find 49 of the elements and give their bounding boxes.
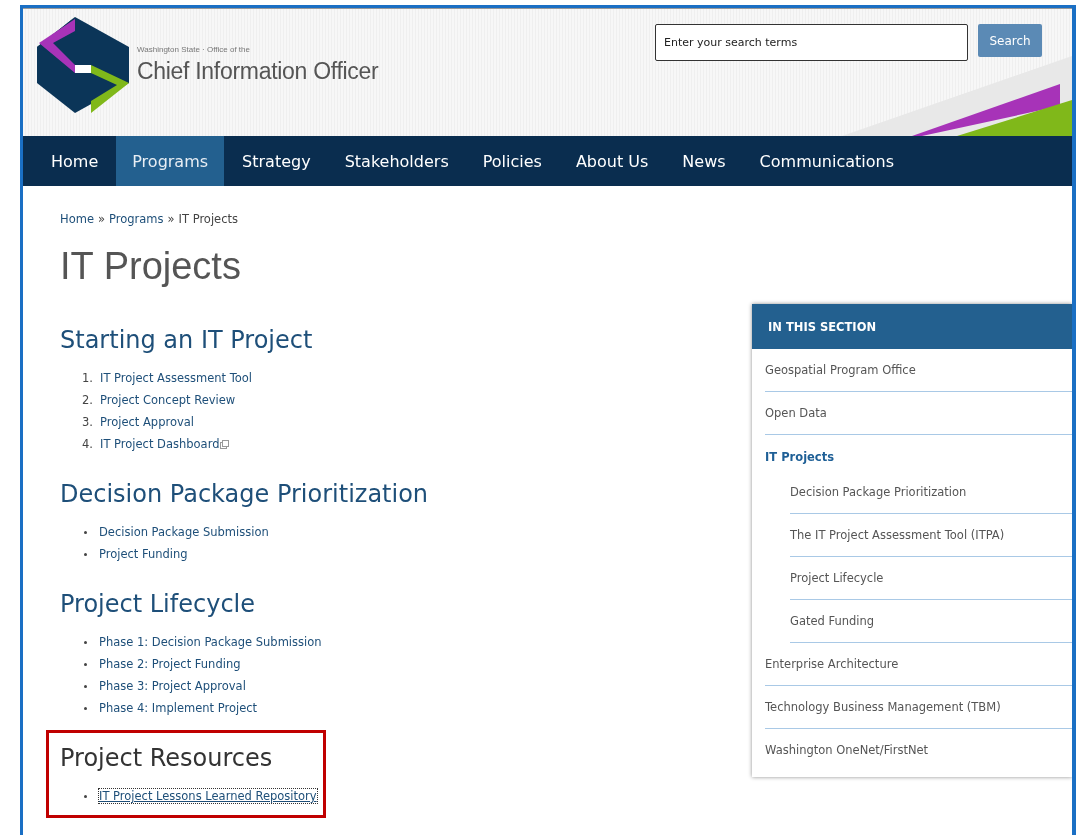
menu-item[interactable]: Open Data [765, 392, 1072, 435]
bullet-icon [84, 552, 87, 556]
menu-title: IN THIS SECTION [752, 304, 1072, 349]
menu-item[interactable]: Enterprise Architecture [765, 643, 1072, 686]
list-link[interactable]: Phase 1: Decision Package Submission [99, 635, 322, 649]
list-link[interactable]: IT Project Dashboard [100, 437, 220, 451]
list-link[interactable]: Decision Package Submission [99, 525, 269, 539]
list-link[interactable]: Project Funding [99, 547, 188, 561]
logo-icon [37, 17, 129, 113]
list-link[interactable]: IT Project Lessons Learned Repository [99, 789, 317, 803]
bullet-icon [84, 640, 87, 644]
nav-tab[interactable]: Programs [116, 136, 225, 186]
search-field[interactable]: Enter your search terms [655, 24, 968, 61]
separator-text: » [97, 212, 105, 226]
search-button[interactable]: Search [978, 24, 1042, 57]
section-heading: Decision Package Prioritization [60, 480, 430, 508]
menu-item[interactable]: IT Projects [765, 435, 1072, 471]
bullet-icon [84, 684, 87, 688]
list-link[interactable]: Phase 2: Project Funding [99, 657, 241, 671]
site-title: Chief Information Officer [137, 58, 379, 85]
bullet-icon [84, 706, 87, 710]
list-link[interactable]: Phase 3: Project Approval [99, 679, 246, 693]
current-page-text: IT Projects [178, 212, 238, 226]
separator-text: » [167, 212, 175, 226]
page-title: IT Projects [60, 245, 242, 288]
section-heading: Project Resources [60, 744, 274, 772]
list-link[interactable]: Project Approval [100, 415, 195, 429]
list-number: 2. [82, 393, 94, 407]
list-number: 4. [82, 437, 94, 451]
breadcrumb-link[interactable]: Home [60, 212, 94, 226]
list-link[interactable]: Phase 4: Implement Project [99, 701, 258, 715]
bullet-icon [84, 530, 87, 534]
breadcrumb-link[interactable]: Programs [109, 212, 164, 226]
menu-item[interactable]: Decision Package Prioritization [790, 471, 1072, 514]
menu-item[interactable]: Technology Business Management (TBM) [765, 686, 1072, 729]
menu-item[interactable]: The IT Project Assessment Tool (ITPA) [790, 514, 1072, 557]
list-link[interactable]: IT Project Assessment Tool [100, 371, 253, 385]
tagline: Washington State · Office of the [137, 45, 251, 54]
menu-item[interactable]: Geospatial Program Office [765, 349, 1072, 392]
menu-item[interactable]: Gated Funding [790, 600, 1072, 643]
list-link[interactable]: Project Concept Review [100, 393, 236, 407]
menu-item[interactable]: Washington OneNet/FirstNet [765, 729, 1072, 771]
bullet-icon [84, 794, 87, 798]
section-heading: Project Lifecycle [60, 590, 257, 618]
list-number: 1. [82, 371, 94, 385]
section-heading: Starting an IT Project [60, 326, 314, 354]
bullet-icon [84, 662, 87, 666]
menu-item[interactable]: Project Lifecycle [790, 557, 1072, 600]
list-number: 3. [82, 415, 94, 429]
